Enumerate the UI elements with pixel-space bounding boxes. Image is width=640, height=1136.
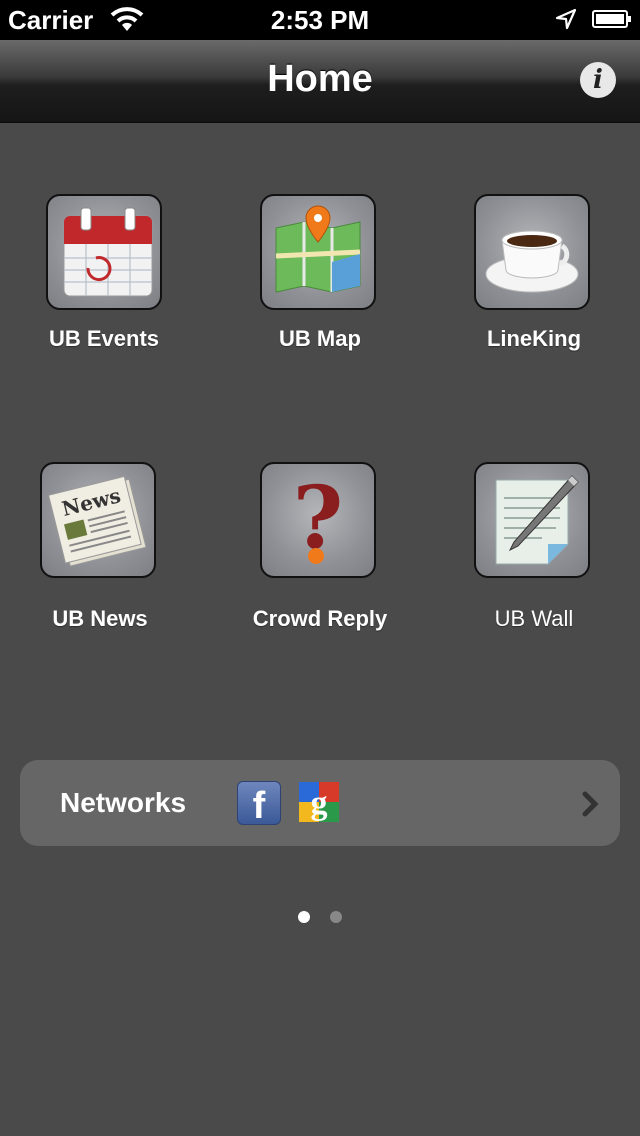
chevron-right-icon	[582, 791, 599, 817]
coffee-cup-icon	[485, 230, 579, 293]
clock: 2:53 PM	[270, 5, 370, 35]
ub-wall-label[interactable]: UB Wall	[424, 606, 640, 632]
page-indicator[interactable]	[0, 911, 640, 925]
lineking-button[interactable]	[474, 194, 590, 310]
page-dot-inactive[interactable]	[330, 911, 342, 923]
svg-text:g: g	[311, 785, 328, 822]
page-dot-active[interactable]	[298, 911, 310, 923]
networks-label: Networks	[60, 787, 187, 818]
battery-icon	[592, 10, 631, 28]
facebook-icon: f	[237, 781, 281, 827]
ub-news-label[interactable]: UB News	[0, 606, 210, 632]
question-mark-icon: ?	[293, 468, 343, 569]
ub-events-label[interactable]: UB Events	[0, 326, 214, 352]
navigation-bar: Home i	[0, 40, 640, 123]
location-arrow-icon	[555, 8, 577, 35]
lineking-label[interactable]: LineKing	[424, 326, 640, 352]
ub-map-button[interactable]	[260, 194, 376, 310]
ub-wall-button[interactable]	[474, 462, 590, 578]
google-icon: g	[299, 782, 339, 822]
status-bar: Carrier 2:53 PM	[0, 0, 640, 40]
calendar-icon	[63, 207, 153, 297]
ub-map-label[interactable]: UB Map	[210, 326, 430, 352]
crowd-reply-label[interactable]: Crowd Reply	[210, 606, 430, 632]
info-button[interactable]: i	[580, 62, 616, 98]
crowd-reply-button[interactable]: ?	[260, 462, 376, 578]
ub-events-button[interactable]	[46, 194, 162, 310]
newspaper-icon: News	[47, 475, 147, 567]
page-title: Home	[267, 58, 373, 100]
networks-row[interactable]: Networks f g	[20, 760, 620, 846]
notepad-pen-icon	[495, 475, 579, 565]
info-icon: i	[593, 65, 603, 95]
map-icon	[275, 205, 361, 293]
ub-news-button[interactable]: News	[40, 462, 156, 578]
